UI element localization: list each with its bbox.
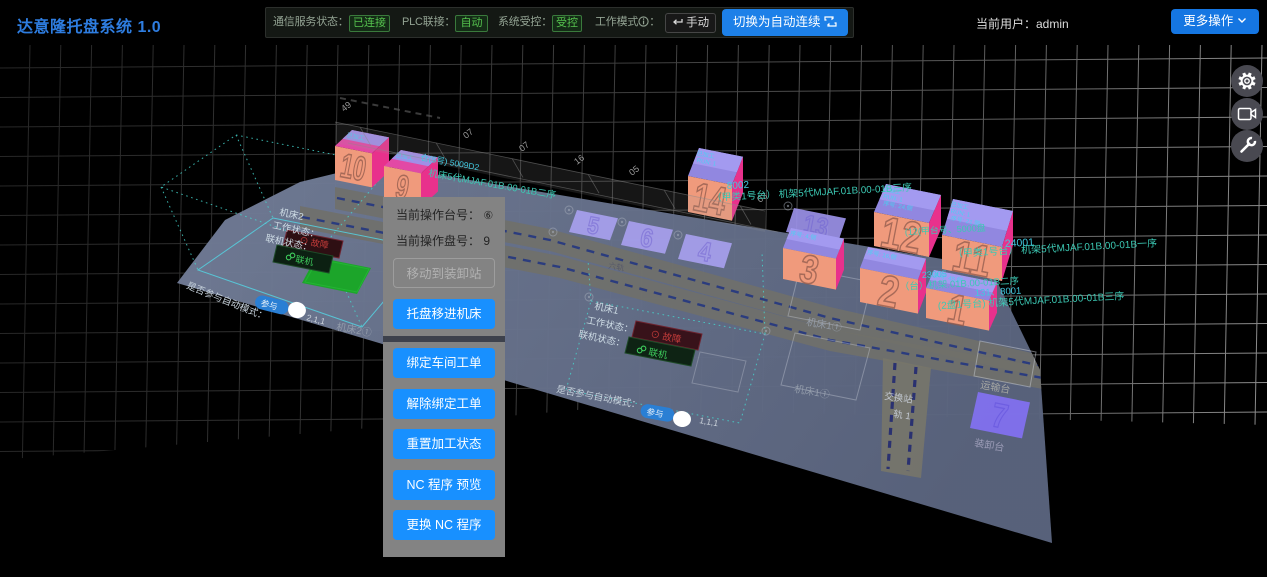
svg-text:轨 1: 轨 1 (893, 408, 912, 422)
svg-text:07: 07 (461, 127, 475, 141)
svg-text:16: 16 (572, 153, 586, 167)
svg-text:07: 07 (517, 140, 531, 154)
svg-text:49: 49 (339, 100, 353, 114)
svg-text:8002: 8002 (727, 180, 750, 192)
svg-text:05: 05 (627, 164, 641, 178)
svg-text:23005: 23005 (922, 269, 948, 280)
